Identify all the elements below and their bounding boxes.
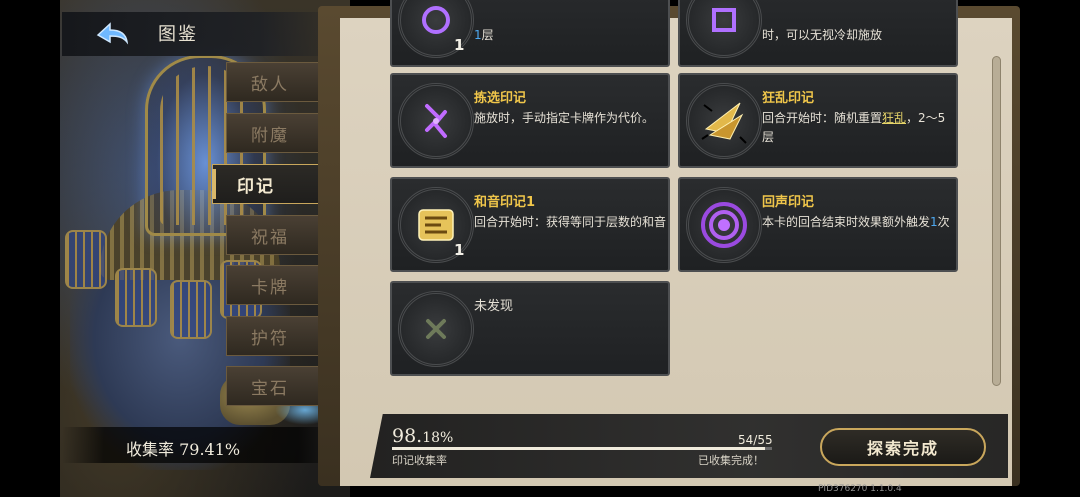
explore-complete-button[interactable]: 探索完成	[820, 428, 986, 466]
mark-emblem	[398, 291, 474, 367]
stack-number: 1	[474, 28, 482, 42]
back-arrow-icon	[96, 22, 129, 45]
frenzy-blades-icon	[701, 102, 747, 144]
mark-name: 拣选印记	[474, 91, 527, 106]
mark-name: 未发现	[474, 299, 514, 314]
small-cage-art	[170, 280, 212, 339]
page-title: 图鉴	[158, 24, 198, 45]
desc-text: 本卡的回合结束时效果额外触发	[762, 215, 931, 229]
mark-name: 和音印记1	[474, 195, 536, 210]
mark-description: 本卡的回合结束时效果额外触发1次	[762, 213, 954, 232]
mark-emblem	[686, 187, 762, 263]
mark-description: 施放时，手动指定卡牌作为代价。	[474, 111, 655, 125]
version-text: PID376270 1.1.0.4	[818, 484, 902, 494]
echo-icon	[701, 202, 747, 248]
mark-name: 狂乱印记	[762, 91, 815, 106]
desc-text: 次	[937, 215, 950, 229]
mark-description: 回合开始时：获得等同于层数的和音	[474, 215, 667, 229]
mark-emblem	[686, 0, 762, 58]
trigger-count: 1	[930, 215, 938, 229]
mark-description: 时，可以无视冷却施放	[762, 28, 883, 42]
undiscovered-icon	[426, 319, 446, 339]
mark-name: 回声印记	[762, 195, 815, 210]
keyword-frenzy-link[interactable]: 狂乱	[882, 111, 906, 125]
purple-rune-icon	[712, 8, 736, 32]
mark-card-undiscovered[interactable]: 未发现	[390, 281, 670, 376]
completion-status: 已收集完成！	[698, 454, 764, 467]
progress-fill	[392, 447, 766, 450]
mark-card-partial-left[interactable]: 1 1层	[390, 0, 670, 67]
collection-percent: 98.18%	[392, 425, 453, 447]
purple-rune-icon	[422, 6, 450, 34]
mark-stack-count: 1	[454, 36, 465, 54]
mark-card-partial-right[interactable]: 时，可以无视冷却施放	[678, 0, 958, 67]
pick-rune-icon	[425, 104, 447, 138]
collection-progress-bar	[392, 447, 772, 450]
percent-decimal: 18%	[422, 430, 454, 446]
collection-count: 54/55	[738, 433, 773, 447]
mark-description: 1层	[474, 26, 666, 45]
desc-text: 回合开始时：随机重置	[762, 111, 883, 125]
collection-rate: 收集率 79.41%	[126, 440, 241, 459]
mark-card-frenzy[interactable]: 狂乱印记 回合开始时：随机重置狂乱，2～5层	[678, 73, 958, 168]
mark-card-echo[interactable]: 回声印记 本卡的回合结束时效果额外触发1次	[678, 177, 958, 272]
percent-integer: 98.	[392, 425, 423, 447]
mark-emblem	[686, 83, 762, 159]
progress-label: 印记收集率	[392, 454, 447, 467]
back-button[interactable]	[92, 18, 134, 52]
mark-card-pick[interactable]: 拣选印记 施放时，手动指定卡牌作为代价。	[390, 73, 670, 168]
screen: 图鉴 敌人 附魔 印记 祝福 卡牌 护符 宝石 收集率 79.41% 1 1层 …	[0, 0, 1080, 497]
mark-emblem	[398, 83, 474, 159]
mark-description: 回合开始时：随机重置狂乱，2～5层	[762, 109, 954, 147]
mark-card-harmony[interactable]: 1 和音印记1 回合开始时：获得等同于层数的和音	[390, 177, 670, 272]
stack-unit: 层	[481, 28, 494, 42]
scrollbar[interactable]	[992, 56, 1001, 386]
small-cage-art	[65, 230, 107, 289]
small-cage-art	[115, 268, 157, 327]
mark-stack-count: 1	[454, 241, 465, 259]
